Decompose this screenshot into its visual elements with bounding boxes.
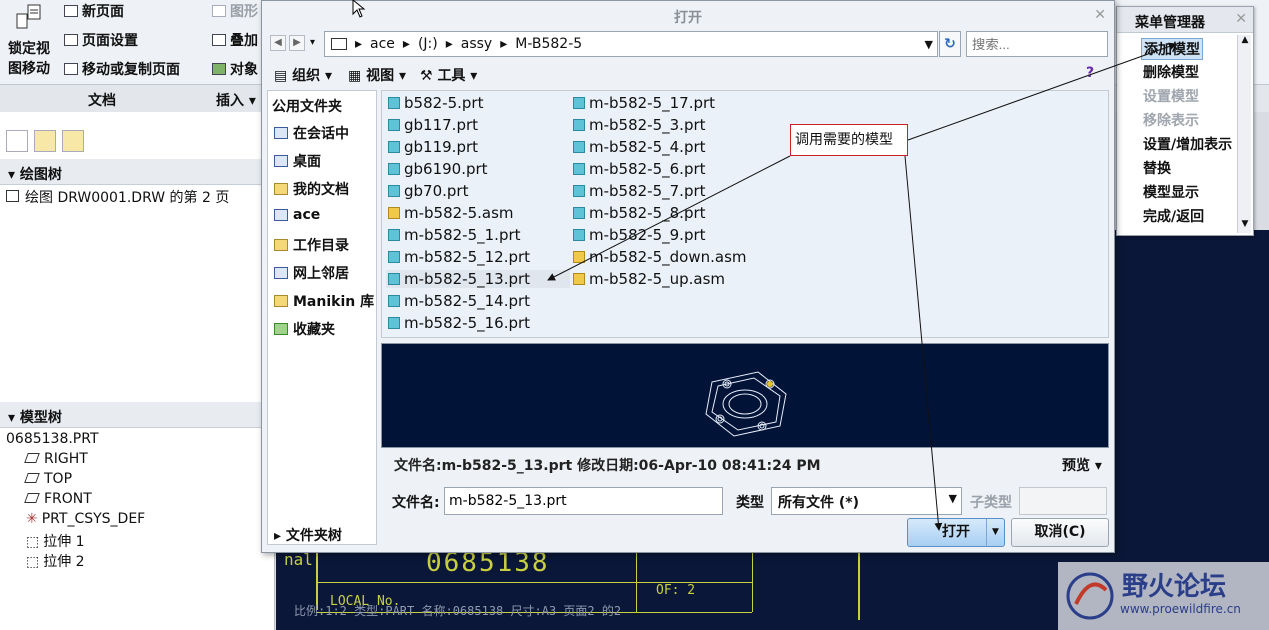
- forum-logo-icon: [1066, 572, 1114, 620]
- watermark-url: www.proewildfire.cn: [1120, 602, 1241, 616]
- annotation-arrows: [547, 42, 1177, 531]
- watermark-title: 野火论坛: [1122, 572, 1227, 602]
- mouse-cursor-icon: [352, 0, 366, 18]
- site-watermark: 野火论坛 www.proewildfire.cn: [1058, 562, 1269, 630]
